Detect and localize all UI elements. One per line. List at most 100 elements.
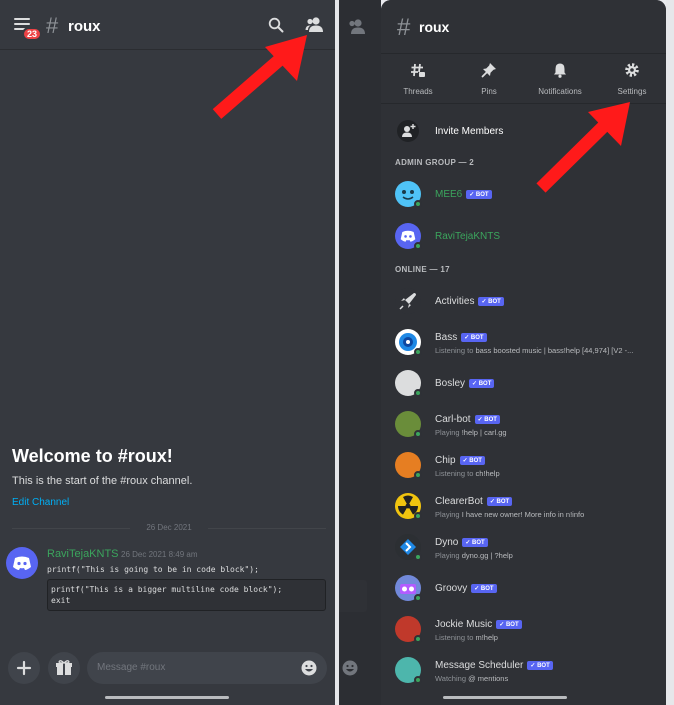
threads-icon: [411, 63, 425, 77]
member-name: Dyno ✓ BOT: [435, 537, 488, 548]
message-input-placeholder: Message #roux: [97, 662, 166, 673]
online-status-indicator: [414, 389, 422, 397]
member-status: Listening to bass boosted music | bass!h…: [435, 346, 633, 355]
message-author[interactable]: RaviTejaKNTS: [47, 548, 119, 560]
member-item[interactable]: Jockie Music ✓ BOT Listening to m!help: [395, 616, 660, 646]
member-name-text: Chip: [435, 455, 456, 466]
online-status-indicator: [414, 348, 422, 356]
member-status: Playing !help | carl.gg: [435, 428, 507, 437]
member-name-text: Bosley: [435, 378, 466, 389]
member-item[interactable]: Chip ✓ BOT Listening to ch!help: [395, 452, 660, 482]
invite-label: Invite Members: [435, 126, 504, 137]
bot-badge: ✓ BOT: [471, 584, 497, 593]
member-item[interactable]: ClearerBot ✓ BOT Playing I have new owner!…: [395, 493, 660, 523]
date-label: 26 Dec 2021: [146, 523, 192, 532]
status-text: I have new owner! More info in n!info: [461, 510, 585, 519]
message-text: printf("This is going to be in code bloc…: [47, 565, 259, 574]
bot-badge: ✓ BOT: [478, 297, 504, 306]
members-icon: [349, 19, 365, 34]
plus-icon: [16, 660, 32, 676]
member-item[interactable]: RaviTejaKNTS: [395, 223, 660, 253]
group-header-online: ONLINE — 17: [395, 265, 450, 274]
dimmed-code-block: [339, 580, 367, 612]
online-status-indicator: [414, 471, 422, 479]
member-name: MEE6 ✓ BOT: [435, 189, 492, 200]
member-item[interactable]: Bosley ✓ BOT: [395, 370, 660, 400]
member-name: Carl-bot ✓ BOT: [435, 414, 500, 425]
home-indicator: [105, 696, 229, 699]
member-name-text: MEE6: [435, 189, 463, 200]
channel-title: roux: [419, 19, 450, 35]
member-item[interactable]: Bass ✓ BOT Listening to bass boosted music…: [395, 329, 660, 359]
member-name: Groovy ✓ BOT: [435, 583, 497, 594]
online-status-indicator: [414, 635, 422, 643]
channel-title: roux: [68, 18, 101, 35]
status-prefix: Playing: [435, 551, 462, 560]
bot-badge: ✓ BOT: [496, 620, 522, 629]
home-indicator: [443, 696, 567, 699]
message-input[interactable]: Message #roux: [87, 652, 327, 684]
status-text: @ mentions: [468, 674, 509, 683]
online-status-indicator: [414, 594, 422, 602]
tab-label: Threads: [403, 87, 433, 96]
online-status-indicator: [414, 200, 422, 208]
member-item[interactable]: Carl-bot ✓ BOT Playing !help | carl.gg: [395, 411, 660, 441]
member-status: Playing dyno.gg | ?help: [435, 551, 513, 560]
hash-icon: #: [46, 13, 59, 38]
bell-icon: [554, 63, 566, 78]
member-status: Watching @ mentions: [435, 674, 508, 683]
group-header-admin: ADMIN GROUP — 2: [395, 158, 475, 167]
edit-channel-link[interactable]: Edit Channel: [12, 497, 69, 508]
bot-badge: ✓ BOT: [469, 379, 495, 388]
member-name: RaviTejaKNTS: [435, 231, 500, 242]
gear-icon: [625, 63, 639, 77]
member-name-text: Message Scheduler: [435, 660, 524, 671]
member-status: Listening to m!help: [435, 633, 498, 642]
member-status: Listening to ch!help: [435, 469, 500, 478]
online-status-indicator: [414, 512, 422, 520]
member-name: Chip ✓ BOT: [435, 455, 485, 466]
gift-icon: [56, 660, 72, 675]
member-name-text: Dyno: [435, 537, 459, 548]
member-status: Playing I have new owner! More info in n…: [435, 510, 584, 519]
status-prefix: Listening to: [435, 633, 476, 642]
member-name: Activities ✓ BOT: [435, 296, 504, 307]
bot-badge: ✓ BOT: [474, 415, 500, 424]
member-item[interactable]: Activities ✓ BOT: [395, 288, 660, 318]
status-text: ch!help: [475, 469, 500, 478]
online-status-indicator: [414, 430, 422, 438]
red-arrow-annotation: [212, 35, 307, 119]
member-name: Message Scheduler ✓ BOT: [435, 660, 553, 671]
status-prefix: Listening to: [435, 469, 476, 478]
tab-pins[interactable]: Pins: [453, 54, 525, 104]
drawer-header: # roux: [381, 0, 666, 54]
add-user-icon: [397, 120, 419, 142]
rocket-icon: [395, 288, 421, 314]
member-name-text: Activities: [435, 296, 475, 307]
status-text: m!help: [475, 633, 498, 642]
welcome-subtitle: This is the start of the #roux channel.: [12, 475, 193, 487]
bot-badge: ✓ BOT: [459, 456, 485, 465]
member-item[interactable]: Dyno ✓ BOT Playing dyno.gg | ?help: [395, 534, 660, 564]
bot-badge: ✓ BOT: [527, 661, 553, 670]
avatar[interactable]: [6, 547, 38, 579]
channel-view: 23 # roux Welcome to #roux! This is the …: [0, 0, 335, 705]
member-name-text: RaviTejaKNTS: [435, 231, 501, 242]
online-status-indicator: [414, 676, 422, 684]
status-prefix: Playing: [435, 428, 462, 437]
member-item[interactable]: Message Scheduler ✓ BOT Watching @ mention…: [395, 657, 660, 687]
status-prefix: Watching: [435, 674, 469, 683]
status-prefix: Playing: [435, 510, 462, 519]
welcome-title: Welcome to #roux!: [12, 446, 173, 466]
code-line: exit: [51, 596, 71, 605]
status-text: bass boosted music | bass!help [44,974] …: [475, 346, 634, 355]
member-name-text: Bass: [435, 332, 458, 343]
online-status-indicator: [414, 242, 422, 250]
add-attachment-button[interactable]: [8, 652, 40, 684]
bot-badge: ✓ BOT: [462, 538, 488, 547]
tab-threads[interactable]: Threads: [382, 54, 454, 104]
emoji-icon[interactable]: [301, 660, 317, 676]
member-item[interactable]: Groovy ✓ BOT: [395, 575, 660, 605]
gift-button[interactable]: [48, 652, 80, 684]
member-name-text: Carl-bot: [435, 414, 471, 425]
